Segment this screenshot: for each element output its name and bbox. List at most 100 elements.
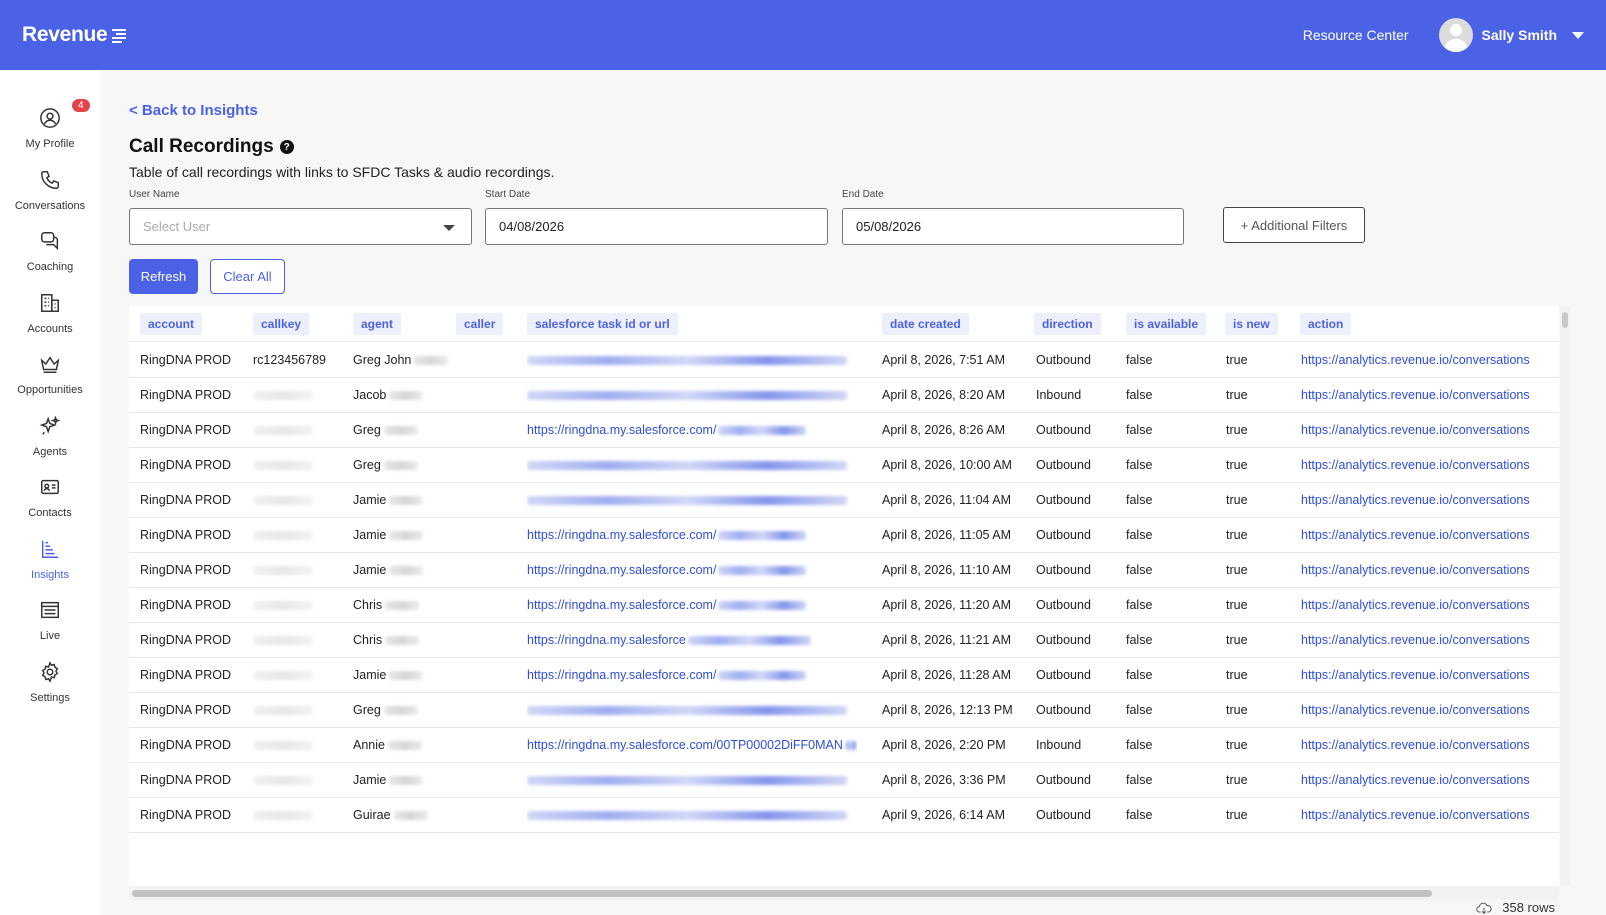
redacted-text bbox=[253, 810, 313, 820]
notification-badge: 4 bbox=[72, 99, 90, 112]
column-header-direction[interactable]: direction bbox=[1034, 313, 1101, 335]
cell-is-new: true bbox=[1226, 377, 1248, 413]
start-date-input[interactable]: 04/08/2026 bbox=[485, 208, 828, 245]
cell-action[interactable]: https://analytics.revenue.io/conversatio… bbox=[1301, 377, 1559, 413]
cell-salesforce-task[interactable] bbox=[527, 482, 857, 518]
column-header-caller[interactable]: caller bbox=[456, 313, 504, 335]
cell-salesforce-task-text: https://ringdna.my.salesforce.com/ bbox=[527, 598, 717, 612]
redacted-text bbox=[253, 740, 313, 750]
cell-action[interactable]: https://analytics.revenue.io/conversatio… bbox=[1301, 762, 1559, 798]
cell-salesforce-task[interactable] bbox=[527, 342, 857, 378]
cell-direction-text: Inbound bbox=[1036, 738, 1082, 752]
cell-salesforce-task[interactable] bbox=[527, 692, 857, 728]
clear-all-button[interactable]: Clear All bbox=[210, 259, 285, 294]
redacted-text bbox=[527, 775, 847, 785]
cell-salesforce-task[interactable]: https://ringdna.my.salesforce.com/ bbox=[527, 657, 857, 693]
cell-salesforce-task[interactable]: https://ringdna.my.salesforce.com/ bbox=[527, 587, 857, 623]
cell-salesforce-task[interactable]: https://ringdna.my.salesforce.com/ bbox=[527, 552, 857, 588]
cell-action[interactable]: https://analytics.revenue.io/conversatio… bbox=[1301, 692, 1559, 728]
revenue-logo[interactable]: Revenue bbox=[22, 23, 127, 47]
cell-salesforce-task[interactable]: https://ringdna.my.salesforce.com/ bbox=[527, 517, 857, 553]
sidebar-item-settings[interactable]: Settings bbox=[0, 646, 100, 704]
user-select[interactable]: Select User bbox=[129, 208, 472, 245]
scrollbar-thumb[interactable] bbox=[1562, 312, 1568, 328]
cell-callkey bbox=[253, 692, 348, 728]
column-header-is-new[interactable]: is new bbox=[1225, 313, 1278, 335]
sidebar-item-agents[interactable]: Agents bbox=[0, 400, 100, 458]
column-header-account[interactable]: account bbox=[140, 313, 203, 335]
refresh-button[interactable]: Refresh bbox=[129, 259, 198, 294]
cloud-download-icon[interactable] bbox=[1476, 901, 1492, 915]
horizontal-scrollbar[interactable] bbox=[129, 886, 1559, 900]
cell-agent-text: Greg bbox=[353, 423, 381, 437]
cell-is-new: true bbox=[1226, 587, 1248, 623]
column-header-agent[interactable]: agent bbox=[353, 313, 402, 335]
cell-action[interactable]: https://analytics.revenue.io/conversatio… bbox=[1301, 657, 1559, 693]
sidebar-item-opportunities[interactable]: Opportunities bbox=[0, 338, 100, 396]
cell-salesforce-task-text: https://ringdna.my.salesforce.com/00TP00… bbox=[527, 738, 843, 752]
cell-callkey bbox=[253, 797, 348, 833]
cell-is-available-text: false bbox=[1126, 493, 1153, 507]
cell-agent-text: Jacob bbox=[353, 388, 387, 402]
contact-card-icon bbox=[41, 479, 59, 495]
cell-action[interactable]: https://analytics.revenue.io/conversatio… bbox=[1301, 482, 1559, 518]
cell-is-new-text: true bbox=[1226, 808, 1248, 822]
cell-is-new-text: true bbox=[1226, 738, 1248, 752]
cell-direction: Outbound bbox=[1036, 412, 1091, 448]
sidebar-item-coaching[interactable]: Coaching bbox=[0, 215, 100, 273]
sidebar-item-contacts[interactable]: Contacts bbox=[0, 461, 100, 519]
cell-callkey-text: rc123456789 bbox=[253, 353, 326, 367]
column-header-date-created[interactable]: date created bbox=[882, 313, 969, 335]
cell-salesforce-task[interactable] bbox=[527, 762, 857, 798]
cell-date-created: April 8, 2026, 12:13 PM bbox=[882, 692, 1013, 728]
cell-account-text: RingDNA PROD bbox=[140, 598, 231, 612]
cell-action-text: https://analytics.revenue.io/conversatio… bbox=[1301, 808, 1530, 822]
cell-salesforce-task[interactable] bbox=[527, 377, 857, 413]
cell-action[interactable]: https://analytics.revenue.io/conversatio… bbox=[1301, 412, 1559, 448]
cell-salesforce-task[interactable]: https://ringdna.my.salesforce.com/ bbox=[527, 412, 857, 448]
scrollbar-thumb[interactable] bbox=[132, 890, 1432, 897]
cell-action[interactable]: https://analytics.revenue.io/conversatio… bbox=[1301, 552, 1559, 588]
additional-filters-button[interactable]: + Additional Filters bbox=[1223, 207, 1365, 243]
vertical-scrollbar[interactable] bbox=[1560, 306, 1570, 886]
cell-action[interactable]: https://analytics.revenue.io/conversatio… bbox=[1301, 517, 1559, 553]
cell-action[interactable]: https://analytics.revenue.io/conversatio… bbox=[1301, 342, 1559, 378]
cell-salesforce-task[interactable]: https://ringdna.my.salesforce bbox=[527, 622, 857, 658]
cell-action[interactable]: https://analytics.revenue.io/conversatio… bbox=[1301, 622, 1559, 658]
cell-salesforce-task[interactable] bbox=[527, 797, 857, 833]
cell-is-new-text: true bbox=[1226, 528, 1248, 542]
cell-account-text: RingDNA PROD bbox=[140, 353, 231, 367]
end-date-input[interactable]: 05/08/2026 bbox=[842, 208, 1184, 245]
sidebar-item-label: Agents bbox=[32, 446, 68, 458]
sidebar-item-conversations[interactable]: Conversations bbox=[0, 154, 100, 212]
sidebar-item-my-profile[interactable]: My Profile 4 bbox=[0, 92, 100, 150]
redacted-text bbox=[393, 810, 428, 820]
cell-action[interactable]: https://analytics.revenue.io/conversatio… bbox=[1301, 447, 1559, 483]
redacted-text bbox=[389, 565, 424, 575]
cell-action-text: https://analytics.revenue.io/conversatio… bbox=[1301, 738, 1530, 752]
sidebar-item-accounts[interactable]: Accounts bbox=[0, 277, 100, 335]
cell-is-new: true bbox=[1226, 762, 1248, 798]
cell-agent-text: Jamie bbox=[353, 773, 387, 787]
cell-salesforce-task[interactable] bbox=[527, 447, 857, 483]
cell-direction-text: Outbound bbox=[1036, 703, 1091, 717]
cell-direction: Outbound bbox=[1036, 762, 1091, 798]
cell-action[interactable]: https://analytics.revenue.io/conversatio… bbox=[1301, 797, 1559, 833]
column-header-action[interactable]: action bbox=[1300, 313, 1352, 335]
user-menu[interactable]: Sally Smith bbox=[1438, 18, 1584, 52]
cell-action[interactable]: https://analytics.revenue.io/conversatio… bbox=[1301, 587, 1559, 623]
column-header-callkey[interactable]: callkey bbox=[253, 313, 310, 335]
cell-salesforce-task[interactable]: https://ringdna.my.salesforce.com/00TP00… bbox=[527, 727, 857, 763]
cell-account: RingDNA PROD bbox=[140, 342, 231, 378]
column-header-salesforce-task[interactable]: salesforce task id or url bbox=[527, 313, 678, 335]
sidebar-item-insights[interactable]: Insights bbox=[0, 523, 100, 581]
cell-action[interactable]: https://analytics.revenue.io/conversatio… bbox=[1301, 727, 1559, 763]
cell-date-created-text: April 8, 2026, 10:00 AM bbox=[882, 458, 1012, 472]
back-to-insights-link[interactable]: < Back to Insights bbox=[129, 102, 258, 119]
cell-date-created: April 8, 2026, 3:36 PM bbox=[882, 762, 1006, 798]
column-header-is-available[interactable]: is available bbox=[1126, 313, 1207, 335]
sidebar-item-live[interactable]: Live bbox=[0, 584, 100, 642]
resource-center-link[interactable]: Resource Center bbox=[1303, 27, 1409, 43]
cell-date-created-text: April 8, 2026, 11:10 AM bbox=[882, 563, 1012, 577]
help-icon[interactable]: ? bbox=[279, 140, 294, 154]
